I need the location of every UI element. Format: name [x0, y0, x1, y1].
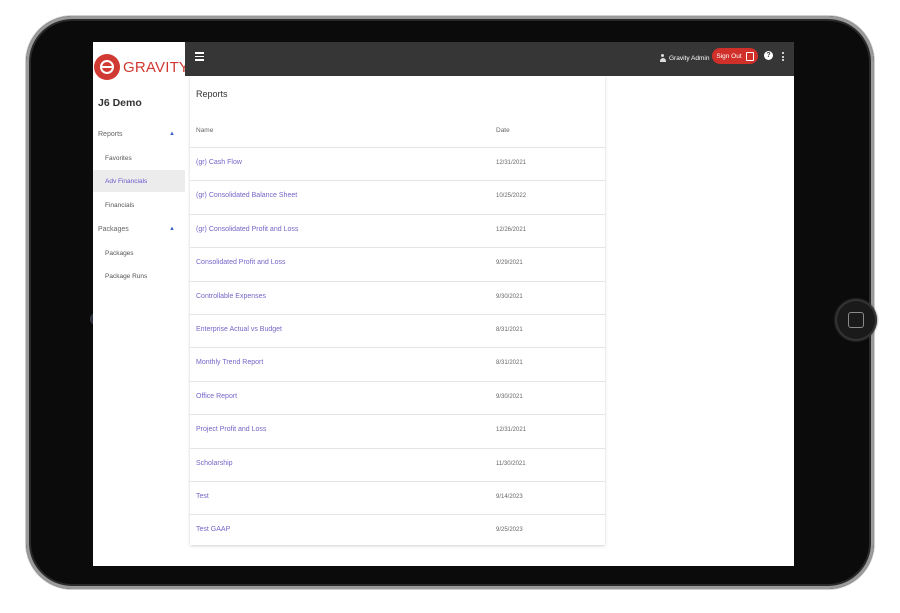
report-date: 11/30/2021: [496, 460, 526, 467]
nav-section-reports[interactable]: Reports ▲: [93, 124, 185, 144]
table-row[interactable]: (gr) Cash Flow 12/31/2021: [190, 147, 605, 180]
report-name-link[interactable]: Test GAAP: [196, 526, 230, 533]
user-name: Gravity Admin: [669, 54, 710, 62]
report-name-link[interactable]: (gr) Cash Flow: [196, 159, 242, 166]
report-date: 12/26/2021: [496, 226, 527, 233]
gravity-logo[interactable]: GRAVITY: [96, 50, 189, 84]
top-bar: Gravity Admin Sign Out ?: [185, 42, 794, 76]
table-row[interactable]: Project Profit and Loss 12/31/2021: [190, 414, 605, 447]
exit-icon: [745, 51, 754, 61]
chevron-up-icon: ▲: [169, 131, 175, 137]
sidebar-item-label: Financials: [105, 201, 135, 209]
help-icon[interactable]: ?: [764, 51, 773, 60]
table-row[interactable]: Enterprise Actual vs Budget 8/31/2021: [190, 313, 605, 347]
person-icon: [659, 53, 666, 63]
page-title: Reports: [196, 89, 228, 99]
sidebar: GRAVITY J6 Demo Reports ▲ Favorites Adv …: [93, 42, 189, 566]
home-button: [835, 299, 877, 341]
report-name-link[interactable]: Project Profit and Loss: [196, 426, 266, 433]
sign-out-label: Sign Out: [716, 52, 742, 60]
home-square-icon: [848, 312, 864, 328]
brand-name: GRAVITY: [123, 58, 190, 76]
sidebar-item-packages[interactable]: Packages: [93, 242, 185, 264]
user-menu[interactable]: Gravity Admin: [659, 50, 709, 66]
table-row[interactable]: Scholarship 11/30/2021: [190, 447, 605, 481]
report-date: 10/25/2022: [496, 193, 527, 200]
report-date: 8/31/2021: [496, 360, 523, 367]
nav-section-packages[interactable]: Packages ▲: [93, 219, 185, 239]
sidebar-item-financials[interactable]: Financials: [93, 194, 185, 216]
report-name-link[interactable]: Monthly Trend Report: [196, 359, 263, 366]
report-date: 12/31/2021: [496, 160, 527, 166]
gravity-logo-icon: [96, 56, 118, 78]
table-row[interactable]: Consolidated Profit and Loss 9/29/2021: [190, 247, 605, 280]
table-row[interactable]: Controllable Expenses 9/30/2021: [190, 280, 605, 314]
sidebar-item-label: Packages: [105, 249, 134, 257]
nav-section-label: Packages: [98, 225, 129, 233]
report-date: 12/31/2021: [496, 427, 527, 434]
report-date: 9/14/2023: [496, 493, 523, 500]
table-row[interactable]: Monthly Trend Report 8/31/2021: [190, 347, 605, 380]
column-header-date[interactable]: Date: [496, 127, 510, 134]
hamburger-icon[interactable]: [195, 52, 204, 64]
column-header-name[interactable]: Name: [196, 127, 213, 134]
reports-card: Reports Name Date (gr) Cash Flow 12/31/20…: [190, 76, 605, 545]
sidebar-item-package-runs[interactable]: Package Runs: [93, 265, 185, 287]
report-name-link[interactable]: Test: [196, 493, 209, 500]
report-name-link[interactable]: Consolidated Profit and Loss: [196, 259, 286, 266]
table-row[interactable]: (gr) Consolidated Profit and Loss 12/26/2…: [190, 213, 605, 247]
report-name-link[interactable]: (gr) Consolidated Profit and Loss: [196, 226, 298, 233]
report-date: 9/25/2023: [496, 527, 523, 534]
sidebar-item-label: Adv Financials: [105, 177, 148, 185]
nav-section-label: Reports: [98, 130, 123, 138]
table-row[interactable]: Test GAAP 9/25/2023: [190, 514, 605, 547]
reports-table: (gr) Cash Flow 12/31/2021 (gr) Consolidate…: [190, 147, 605, 548]
chevron-up-icon: ▲: [169, 226, 175, 232]
report-name-link[interactable]: (gr) Consolidated Balance Sheet: [196, 192, 297, 199]
table-row[interactable]: (gr) Consolidated Balance Sheet 10/25/202…: [190, 180, 605, 213]
company-name: J6 Demo: [98, 97, 142, 109]
report-date: 8/31/2021: [496, 326, 523, 333]
vertical-dots-icon[interactable]: [782, 52, 785, 64]
app-screen: GRAVITY J6 Demo Reports ▲ Favorites Adv …: [93, 42, 794, 566]
sidebar-item-favorites[interactable]: Favorites: [93, 147, 185, 169]
report-date: 9/30/2021: [496, 293, 523, 300]
table-row[interactable]: Office Report 9/30/2021: [190, 380, 605, 414]
sign-out-button[interactable]: Sign Out: [712, 48, 758, 64]
sidebar-item-label: Favorites: [105, 154, 132, 162]
sidebar-item-adv-financials[interactable]: Adv Financials: [93, 170, 185, 192]
report-date: 9/30/2021: [496, 393, 523, 400]
report-name-link[interactable]: Scholarship: [196, 460, 233, 467]
report-date: 9/29/2021: [496, 260, 523, 267]
sidebar-item-label: Package Runs: [105, 272, 148, 280]
report-name-link[interactable]: Enterprise Actual vs Budget: [196, 326, 282, 333]
table-row[interactable]: Test 9/14/2023: [190, 480, 605, 514]
main-content: Reports Name Date (gr) Cash Flow 12/31/20…: [185, 76, 794, 566]
report-name-link[interactable]: Office Report: [196, 393, 237, 400]
report-name-link[interactable]: Controllable Expenses: [196, 293, 266, 300]
